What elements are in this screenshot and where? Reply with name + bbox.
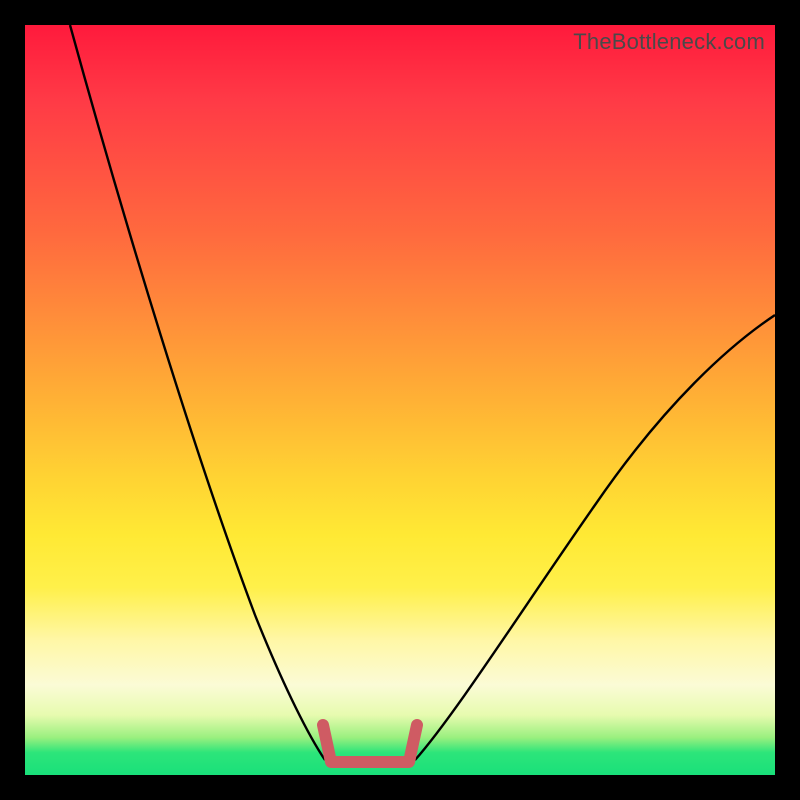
curve-overlay [25,25,775,775]
left-curve [70,25,325,760]
right-curve [415,315,775,760]
watermark-text: TheBottleneck.com [573,29,765,55]
bottom-bracket [323,725,417,762]
chart-stage: TheBottleneck.com [0,0,800,800]
gradient-plot-area: TheBottleneck.com [25,25,775,775]
